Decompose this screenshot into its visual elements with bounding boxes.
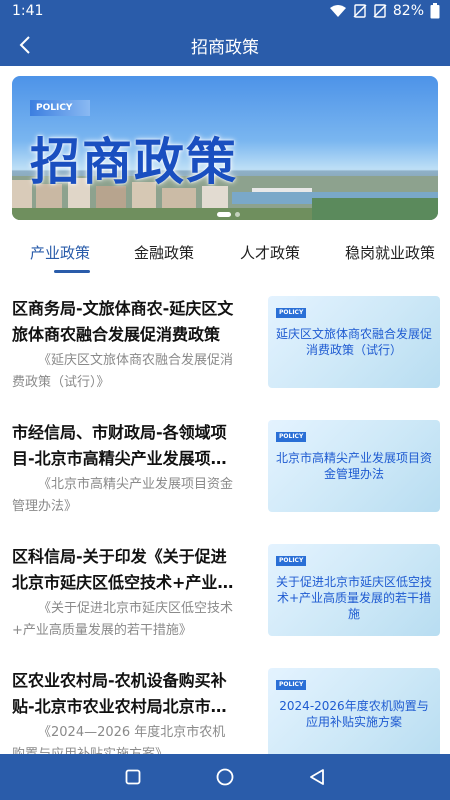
article-title: 区农业农村局-农机设备购买补贴-北京市农业农村局北京市财政局关于印发 [12, 671, 227, 716]
circle-icon [216, 768, 234, 786]
article-thumbnail: POLICY 2024-2026年度农机购置与应用补贴实施方案 [268, 668, 440, 754]
list-item[interactable]: 市经信局、市财政局-各领域项目-北京市高精尖产业发展项目资金管理办法 《北京市高… [0, 410, 450, 534]
thumbnail-text: 2024-2026年度农机购置与应用补贴实施方案 [279, 699, 429, 729]
article-summary: 《关于促进北京市延庆区低空技术+产业高质量发展的若干措施》 [12, 601, 234, 638]
battery-icon [430, 3, 440, 19]
wifi-icon [329, 5, 346, 17]
system-back-button[interactable] [306, 766, 328, 788]
article-title: 区商务局-文旅体商农-延庆区文旅体商农融合发展促消费政策 [12, 299, 234, 344]
list-item[interactable]: 区农业农村局-农机设备购买补贴-北京市农业农村局北京市财政局关于印发 《2024… [0, 658, 450, 754]
no-sim-icon [353, 4, 367, 18]
article-summary: 《北京市高精尖产业发展项目资金管理办法》 [12, 477, 234, 514]
tab-talent[interactable]: 人才政策 [240, 242, 300, 263]
article-list: 区商务局-文旅体商农-延庆区文旅体商农融合发展促消费政策 《延庆区文旅体商农融合… [0, 286, 450, 754]
status-icons: 82% [329, 3, 440, 19]
battery-percent: 82% [392, 3, 424, 19]
thumbnail-text: 延庆区文旅体商农融合发展促消费政策（试行） [276, 327, 433, 357]
status-bar: 1:41 82% [0, 0, 450, 24]
banner-policy-badge: POLICY [30, 100, 90, 116]
thumbnail-badge: POLICY [276, 680, 306, 690]
thumbnail-badge: POLICY [276, 556, 306, 566]
thumbnail-badge: POLICY [276, 308, 306, 318]
carousel-dot [235, 212, 240, 217]
banner-title: 招商政策 [30, 133, 238, 191]
article-thumbnail: POLICY 关于促进北京市延庆区低空技术+产业高质量发展的若干措施 [268, 544, 440, 636]
policy-tabs: 产业政策 金融政策 人才政策 稳岗就业政策 [0, 230, 450, 274]
article-summary: 《2024—2026 年度北京市农机购置与应用补贴实施方案》 [12, 725, 226, 754]
no-sim-icon-2 [373, 4, 387, 18]
article-title: 市经信局、市财政局-各领域项目-北京市高精尖产业发展项目资金管理办法 [12, 423, 227, 468]
system-nav-bar [0, 754, 450, 800]
active-tab-indicator [54, 270, 90, 273]
article-thumbnail: POLICY 北京市高精尖产业发展项目资金管理办法 [268, 420, 440, 512]
triangle-back-icon [310, 769, 324, 785]
status-time: 1:41 [12, 3, 44, 19]
tab-employment[interactable]: 稳岗就业政策 [345, 242, 435, 263]
banner-carousel[interactable]: POLICY 招商政策 [12, 76, 438, 220]
list-item[interactable]: 区科信局-关于印发《关于促进北京市延庆区低空技术+产业高质量发展的若干措施》 《… [0, 534, 450, 658]
tab-finance[interactable]: 金融政策 [134, 242, 194, 263]
article-title: 区科信局-关于印发《关于促进北京市延庆区低空技术+产业高质量发展的若干措施》 [12, 547, 234, 592]
thumbnail-text: 北京市高精尖产业发展项目资金管理办法 [276, 451, 433, 481]
recent-apps-button[interactable] [122, 766, 144, 788]
nav-bar: 招商政策 [0, 24, 450, 66]
home-button[interactable] [214, 766, 236, 788]
carousel-indicator [217, 212, 240, 217]
thumbnail-text: 关于促进北京市延庆区低空技术+产业高质量发展的若干措施 [276, 575, 433, 621]
top-bar: 1:41 82% 招商政策 [0, 0, 450, 66]
list-item[interactable]: 区商务局-文旅体商农-延庆区文旅体商农融合发展促消费政策 《延庆区文旅体商农融合… [0, 286, 450, 410]
article-summary: 《延庆区文旅体商农融合发展促消费政策（试行）》 [12, 353, 234, 390]
carousel-dot-active [217, 212, 231, 217]
tab-industry[interactable]: 产业政策 [30, 242, 90, 263]
page-title: 招商政策 [191, 38, 259, 58]
article-thumbnail: POLICY 延庆区文旅体商农融合发展促消费政策（试行） [268, 296, 440, 388]
square-icon [125, 769, 141, 785]
thumbnail-badge: POLICY [276, 432, 306, 442]
